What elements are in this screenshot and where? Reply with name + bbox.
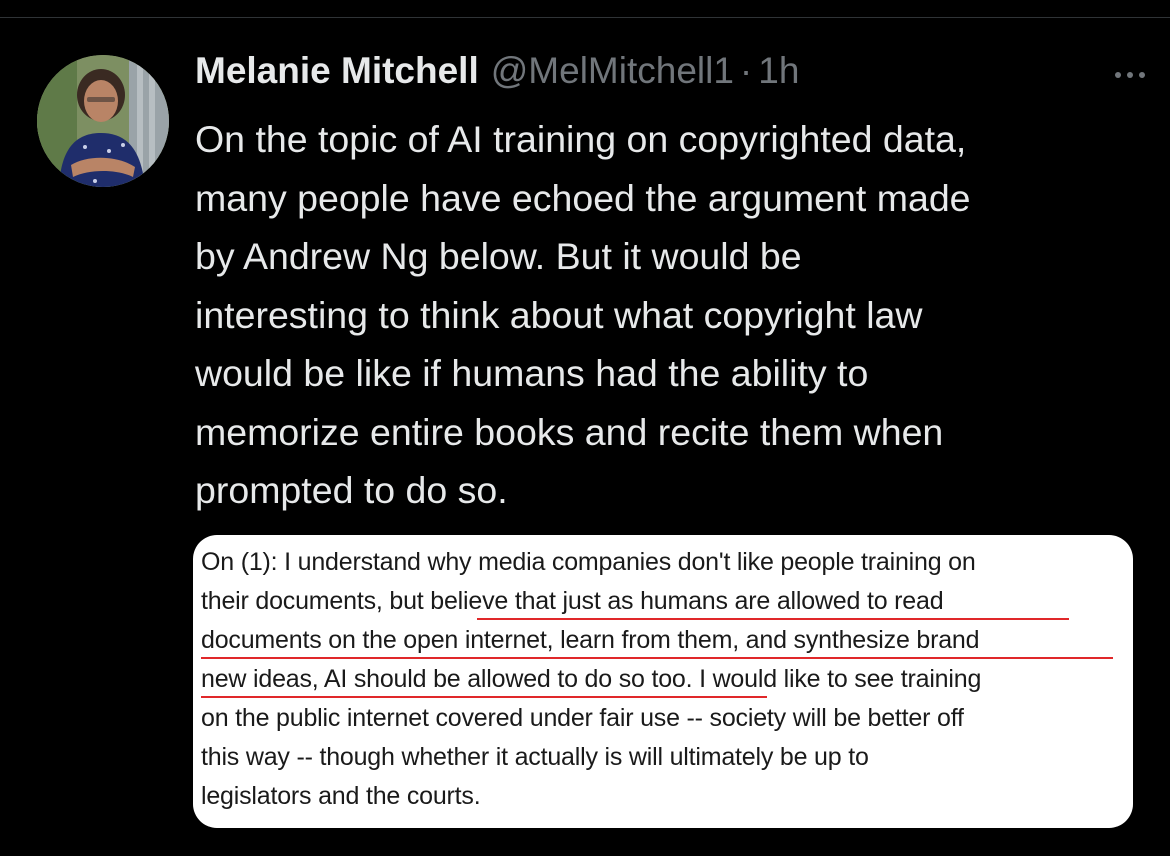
red-underline [201,696,767,698]
quoted-text-line: their documents, but believe that just a… [201,582,1119,621]
tweet-text-line: by Andrew Ng below. But it would be [195,235,802,277]
tweet: Melanie Mitchell @MelMitchell1 · 1h On t… [195,50,1135,520]
tweet-text-line: interesting to think about what copyrigh… [195,293,923,336]
quoted-text-block: On (1): I understand why media companies… [201,543,1119,816]
quoted-text-line: this way -- though whether it actually i… [201,738,1119,777]
tweet-text-line: many people have echoed the argument mad… [195,176,971,219]
quoted-text-line-text: documents on the open internet, learn fr… [201,626,980,654]
tweet-text-line: would be like if humans had the ability … [195,352,869,394]
tweet-text-line: memorize entire books and recite them wh… [195,410,944,453]
quoted-text-line: documents on the open internet, learn fr… [201,621,1119,660]
author-handle[interactable]: @MelMitchell1 [491,50,734,92]
quoted-text-line-text: their documents, but believe that just a… [201,587,944,615]
quoted-text-line-text: this way -- though whether it actually i… [201,743,869,771]
quoted-text-line-text: new ideas, AI should be allowed to do so… [201,665,982,693]
avatar[interactable] [37,55,169,187]
quoted-text-line-text: on the public internet covered under fai… [201,704,964,732]
separator-dot: · [739,50,753,91]
tweet-timestamp[interactable]: 1h [758,50,799,92]
quoted-text-line: new ideas, AI should be allowed to do so… [201,660,1119,699]
quoted-text-line: legislators and the courts. [201,777,1119,816]
top-divider [0,17,1170,18]
red-underline [201,657,1113,659]
avatar-photo [37,55,169,187]
attached-image[interactable]: On (1): I understand why media companies… [193,535,1133,828]
quoted-text-line: on the public internet covered under fai… [201,699,1119,738]
quoted-text-line: On (1): I understand why media companies… [201,543,1119,582]
tweet-header: Melanie Mitchell @MelMitchell1 · 1h [195,50,1135,102]
tweet-text: On the topic of AI training on copyright… [195,110,1140,520]
tweet-text-line: prompted to do so. [195,469,508,511]
more-horizontal-icon-dot [1139,72,1145,78]
red-underline [477,618,1069,620]
author-name[interactable]: Melanie Mitchell [195,50,479,92]
quoted-text-line-text: legislators and the courts. [201,782,481,810]
tweet-text-line: On the topic of AI training on copyright… [195,118,967,160]
quoted-text-line-text: On (1): I understand why media companies… [201,548,976,576]
